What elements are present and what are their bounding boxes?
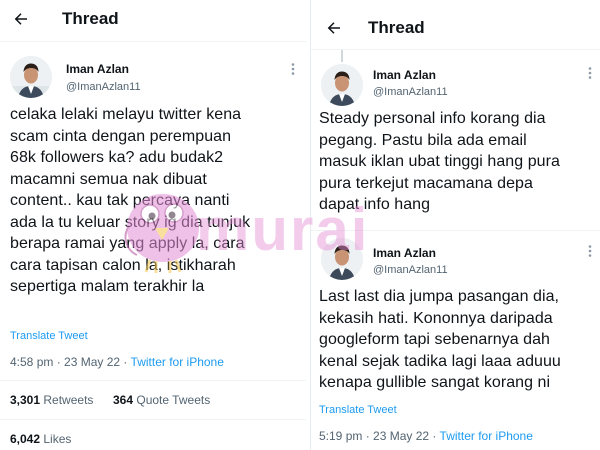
retweets-label: Retweets (43, 393, 94, 407)
author-name[interactable]: Iman Azlan (66, 62, 129, 76)
tweet-text-line: pegang. Pastu bila ada email (319, 131, 527, 149)
tweet-text-line: Last last dia jumpa pasangan dia, (319, 288, 560, 305)
tweet-meta: 5:19 pm · 23 May 22 · Twitter for iPhone (319, 429, 533, 443)
tweet-text-line: sepertiga malam terakhir la (10, 278, 205, 295)
author-name[interactable]: Iman Azlan (373, 246, 436, 260)
more-options-icon[interactable] (583, 66, 597, 80)
thread-header: Thread (0, 0, 306, 42)
tweet-time[interactable]: 5:19 pm (319, 429, 362, 443)
tweet-text-line: kekasih hati. Kononnya daripada (319, 309, 553, 327)
likes-label: Likes (43, 432, 72, 446)
tweet-text-line: content.. kau tak percaya nanti (10, 192, 230, 209)
tweet-text-line: kenapa gullible sangat korang ni (319, 374, 551, 391)
right-thread-panel: Thread Iman Azlan @ImanAzlan11 Steady pe… (310, 0, 600, 450)
tweet-text: Steady personal info korang dia pegang. … (319, 108, 560, 216)
tweet-text-line: googleform tapi sebenarnya dah (319, 331, 550, 348)
tweet-text-line: ada la tu keluar story ig dia tunjuk (10, 213, 251, 231)
thread-header: Thread (311, 0, 600, 42)
thread-connector (341, 50, 343, 62)
tweet-date[interactable]: 23 May 22 (64, 355, 120, 369)
author-name[interactable]: Iman Azlan (373, 68, 436, 82)
quotes-label: Quote Tweets (136, 393, 211, 407)
tweet-text-line: pura terkejut macamana depa (319, 174, 533, 192)
author-handle[interactable]: @ImanAzlan11 (373, 264, 448, 276)
tweet-date[interactable]: 23 May 22 (373, 429, 429, 443)
translate-tweet-link[interactable]: Translate Tweet (10, 330, 88, 342)
translate-tweet-link[interactable]: Translate Tweet (319, 404, 397, 416)
tweet-time[interactable]: 4:58 pm (10, 355, 53, 369)
tweet-text-line: 68k followers ka? adu budak2 (10, 149, 224, 166)
tweet-text-line: berapa ramai yang apply la, cara (10, 235, 245, 252)
avatar[interactable] (321, 64, 363, 106)
retweets-stat[interactable]: 3,301 Retweets (10, 393, 93, 407)
divider (0, 380, 306, 381)
tweet-meta: 4:58 pm · 23 May 22 · Twitter for iPhone (10, 355, 224, 369)
tweet-text-line: masuk iklan ubat tinggi hang pura (319, 153, 560, 170)
avatar[interactable] (10, 56, 52, 98)
header-title: Thread (62, 9, 119, 28)
tweet-source[interactable]: Twitter for iPhone (440, 429, 533, 443)
likes-stat[interactable]: 6,042 Likes (10, 432, 71, 446)
back-arrow-icon[interactable] (10, 8, 32, 30)
header-divider (311, 49, 600, 50)
divider (0, 419, 306, 420)
quotes-stat[interactable]: 364 Quote Tweets (113, 393, 210, 407)
tweet-text: Last last dia jumpa pasangan dia, kekasi… (319, 286, 561, 394)
left-thread-panel: Thread Iman Azlan @ImanAzlan11 celaka le… (0, 0, 306, 450)
tweet-text-line: scam cinta dengan perempuan (10, 127, 232, 145)
tweet-text-line: macamni semua nak dibuat (10, 170, 207, 188)
more-options-icon[interactable] (286, 62, 300, 76)
quotes-count: 364 (113, 393, 134, 407)
back-arrow-icon[interactable] (323, 17, 345, 39)
header-divider (0, 41, 306, 42)
likes-count: 6,042 (10, 432, 41, 446)
tweet-text-line: cara tapisan calon la, istikharah (10, 256, 236, 274)
tweet-text-line: Steady personal info korang dia (319, 110, 546, 127)
tweet-source[interactable]: Twitter for iPhone (131, 355, 224, 369)
tweet-text-line: dapat info hang (319, 196, 431, 213)
author-handle[interactable]: @ImanAzlan11 (66, 81, 141, 93)
header-title: Thread (368, 18, 425, 37)
divider (311, 230, 600, 231)
tweet-text-line: kenal sejak tadika lagi laaa aduuu (319, 352, 561, 370)
tweet-text-line: celaka lelaki melayu twitter kena (10, 106, 242, 123)
retweets-count: 3,301 (10, 393, 41, 407)
avatar[interactable] (321, 238, 363, 280)
more-options-icon[interactable] (583, 244, 597, 258)
tweet-text: celaka lelaki melayu twitter kena scam c… (10, 104, 250, 298)
author-handle[interactable]: @ImanAzlan11 (373, 86, 448, 98)
